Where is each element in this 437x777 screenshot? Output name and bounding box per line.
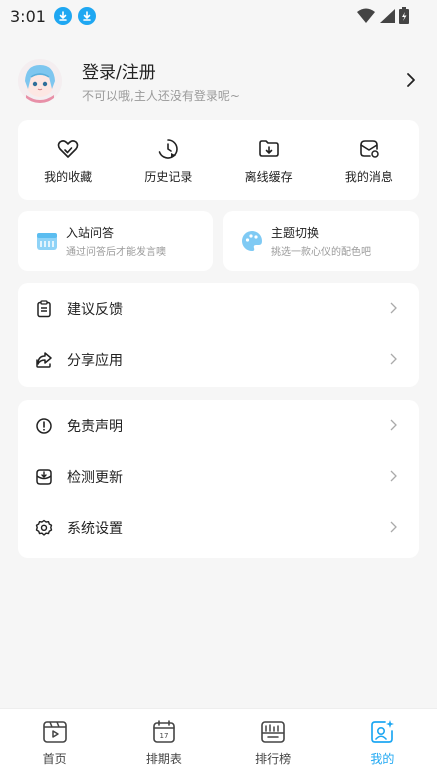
check-update-label: 检测更新 xyxy=(67,469,123,486)
tab-schedule-label: 排期表 xyxy=(145,752,182,766)
share-app-label: 分享应用 xyxy=(67,352,123,369)
favorites-button[interactable]: 我的收藏 xyxy=(18,120,118,200)
home-video-icon xyxy=(42,721,67,743)
status-bar: 3:01 xyxy=(0,0,437,32)
chevron-right-icon xyxy=(390,353,397,365)
quick-actions-card: 我的收藏 历史记录 离线缓存 我的消息 xyxy=(18,120,419,200)
download-folder-icon xyxy=(258,140,279,157)
tab-mine[interactable]: 我的 xyxy=(328,709,437,777)
disclaimer-row[interactable]: 免责声明 xyxy=(18,400,419,451)
messages-button[interactable]: 我的消息 xyxy=(319,120,419,200)
messages-label: 我的消息 xyxy=(344,170,393,184)
menu-group-system: 免责声明 检测更新 系统设置 xyxy=(18,400,419,558)
feedback-label: 建议反馈 xyxy=(67,301,123,318)
check-update-row[interactable]: 检测更新 xyxy=(18,451,419,502)
system-settings-row[interactable]: 系统设置 xyxy=(18,502,419,553)
svg-text:17: 17 xyxy=(159,732,168,740)
chevron-right-icon xyxy=(407,73,415,87)
offline-cache-button[interactable]: 离线缓存 xyxy=(219,120,319,200)
gear-icon xyxy=(35,519,53,536)
heart-icon xyxy=(57,140,79,158)
login-hint-text: 不可以哦,主人还没有登录呢~ xyxy=(82,89,240,103)
system-settings-label: 系统设置 xyxy=(67,520,123,537)
tab-ranking[interactable]: 排行榜 xyxy=(219,709,328,777)
menu-group-support: 建议反馈 分享应用 xyxy=(18,283,419,387)
profile-icon xyxy=(371,720,395,743)
tab-home-label: 首页 xyxy=(42,752,67,766)
quiz-icon xyxy=(37,233,57,250)
chevron-right-icon xyxy=(390,521,397,533)
theme-switch-subtitle: 挑选一款心仪的配色吧 xyxy=(271,247,371,258)
calendar-icon: 17 xyxy=(153,720,175,743)
bottom-tab-bar: 首页 17 排期表 排行榜 我的 xyxy=(0,708,437,777)
disclaimer-label: 免责声明 xyxy=(67,418,123,435)
status-time: 3:01 xyxy=(10,6,46,26)
download-icon xyxy=(77,7,96,25)
palette-icon xyxy=(242,231,262,251)
feedback-row[interactable]: 建议反馈 xyxy=(18,283,419,334)
tab-mine-label: 我的 xyxy=(370,752,395,766)
entry-quiz-card[interactable]: 入站问答 通过问答后才能发言噢 xyxy=(18,211,213,271)
entry-quiz-subtitle: 通过问答后才能发言噢 xyxy=(66,247,166,258)
update-icon xyxy=(36,468,52,485)
chevron-right-icon xyxy=(390,419,397,431)
history-clock-icon xyxy=(159,139,179,159)
signal-icon xyxy=(380,8,395,23)
entry-quiz-title: 入站问答 xyxy=(66,226,115,240)
tab-home[interactable]: 首页 xyxy=(0,709,109,777)
chevron-right-icon xyxy=(390,302,397,314)
history-button[interactable]: 历史记录 xyxy=(118,120,218,200)
download-icon xyxy=(53,7,72,25)
theme-switch-title: 主题切换 xyxy=(271,226,320,240)
share-app-row[interactable]: 分享应用 xyxy=(18,334,419,385)
theme-switch-card[interactable]: 主题切换 挑选一款心仪的配色吧 xyxy=(223,211,419,271)
wifi-icon xyxy=(357,8,375,23)
tab-ranking-label: 排行榜 xyxy=(255,752,292,766)
chevron-right-icon xyxy=(390,470,397,482)
login-register-title[interactable]: 登录/注册 xyxy=(82,58,240,83)
clipboard-icon xyxy=(37,299,51,317)
history-label: 历史记录 xyxy=(144,170,193,184)
battery-icon xyxy=(399,7,409,24)
mail-icon xyxy=(360,140,379,158)
status-indicators xyxy=(357,7,409,24)
login-profile-row[interactable]: 登录/注册 不可以哦,主人还没有登录呢~ xyxy=(18,56,422,106)
info-icon xyxy=(36,417,52,434)
avatar[interactable] xyxy=(18,59,62,103)
ranking-icon xyxy=(261,721,285,743)
offline-cache-label: 离线缓存 xyxy=(244,170,293,184)
tab-schedule[interactable]: 17 排期表 xyxy=(109,709,218,777)
share-icon xyxy=(36,351,52,368)
favorites-label: 我的收藏 xyxy=(44,170,93,184)
